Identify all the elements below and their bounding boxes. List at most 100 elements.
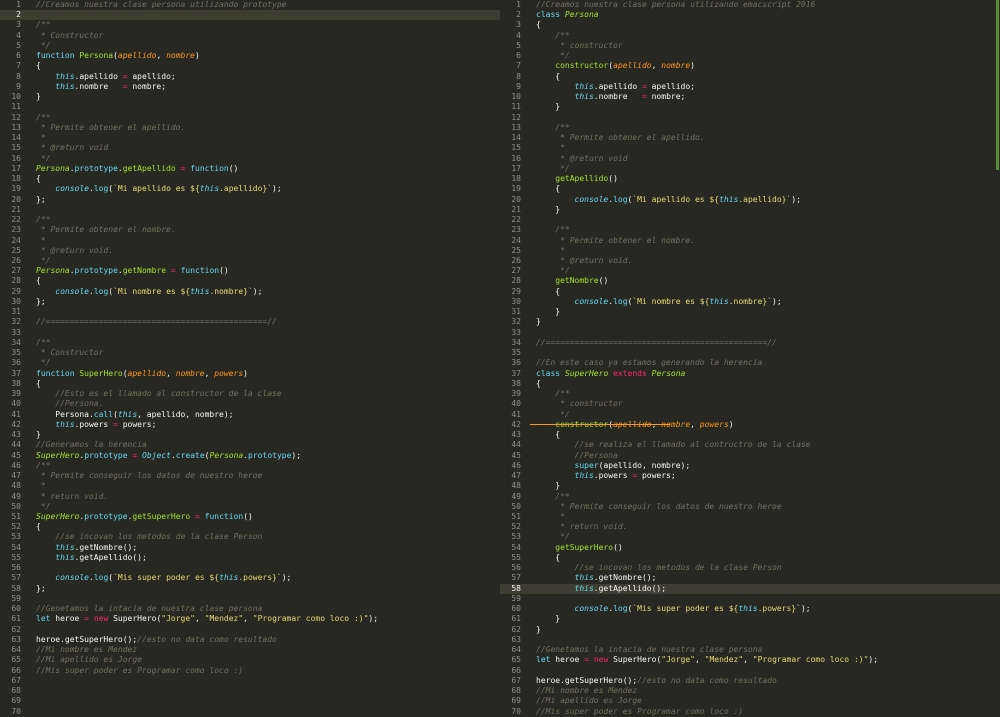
- line-number[interactable]: 20: [500, 195, 521, 205]
- code-text[interactable]: *: [536, 246, 565, 256]
- code-text[interactable]: }: [536, 317, 541, 327]
- code-line[interactable]: 43}: [0, 430, 500, 440]
- code-text[interactable]: };: [36, 584, 46, 594]
- line-number[interactable]: 25: [0, 246, 21, 256]
- line-number[interactable]: 39: [500, 389, 521, 399]
- code-line[interactable]: 11 }: [500, 102, 1000, 112]
- line-number[interactable]: 31: [0, 307, 21, 317]
- line-number[interactable]: 22: [0, 215, 21, 225]
- code-line[interactable]: 57 this.getNombre();: [500, 573, 1000, 583]
- line-number[interactable]: 23: [0, 225, 21, 235]
- code-text[interactable]: /**: [36, 338, 50, 348]
- line-number[interactable]: 15: [0, 143, 21, 153]
- code-line[interactable]: 20 console.log(`Mi apellido es ${this.ap…: [500, 195, 1000, 205]
- line-number[interactable]: 10: [500, 92, 521, 102]
- line-number[interactable]: 48: [0, 481, 21, 491]
- code-line[interactable]: 23 /**: [500, 225, 1000, 235]
- code-line[interactable]: 47 * Permite conseguir los datos de nues…: [0, 471, 500, 481]
- code-text[interactable]: console.log(`Mis super poder es ${this.p…: [536, 604, 811, 614]
- code-text[interactable]: //se incovan los metodos de la clase Per…: [536, 563, 782, 573]
- line-number[interactable]: 64: [0, 645, 21, 655]
- code-text[interactable]: /**: [536, 492, 569, 502]
- line-number[interactable]: 24: [500, 236, 521, 246]
- code-line[interactable]: 50 * Permite conseguir los datos de nues…: [500, 502, 1000, 512]
- code-text[interactable]: */: [36, 502, 51, 512]
- code-text[interactable]: //Persona.: [36, 399, 103, 409]
- line-number[interactable]: 70: [500, 707, 521, 717]
- line-number[interactable]: 36: [0, 358, 21, 368]
- line-number[interactable]: 68: [0, 686, 21, 696]
- code-line[interactable]: 27 Persona.prototype.getNombre = function…: [0, 266, 500, 276]
- code-line[interactable]: 41 */: [500, 410, 1000, 420]
- line-number[interactable]: 34: [0, 338, 21, 348]
- code-text[interactable]: let heroe = new SuperHero("Jorge", "Mend…: [36, 614, 378, 624]
- code-text[interactable]: /**: [536, 389, 569, 399]
- line-number[interactable]: 63: [0, 635, 21, 645]
- code-text[interactable]: * Permite obtener el apellido.: [536, 133, 705, 143]
- line-number[interactable]: 41: [500, 410, 521, 420]
- code-text[interactable]: * return void.: [536, 522, 627, 532]
- code-line[interactable]: 68: [0, 686, 500, 696]
- code-text[interactable]: }: [36, 92, 41, 102]
- line-number[interactable]: 27: [0, 266, 21, 276]
- line-number[interactable]: 38: [0, 379, 21, 389]
- code-text[interactable]: * Permite conseguir los datos de nuestro…: [536, 502, 782, 512]
- line-number[interactable]: 1: [500, 0, 521, 10]
- line-number[interactable]: 16: [0, 154, 21, 164]
- line-number[interactable]: 34: [500, 338, 521, 348]
- line-number[interactable]: 50: [500, 502, 521, 512]
- line-number[interactable]: 33: [500, 328, 521, 338]
- line-number[interactable]: 68: [500, 686, 521, 696]
- code-text[interactable]: */: [536, 410, 570, 420]
- code-text[interactable]: {: [536, 430, 560, 440]
- code-line[interactable]: 10}: [0, 92, 500, 102]
- code-line[interactable]: 35 * Constructor: [0, 348, 500, 358]
- line-number[interactable]: 51: [0, 512, 21, 522]
- code-text[interactable]: //se realiza el llamado al contructro de…: [536, 440, 811, 450]
- code-line[interactable]: 41 Persona.call(this, apellido, nombre);: [0, 410, 500, 420]
- code-text[interactable]: /**: [36, 461, 50, 471]
- code-line[interactable]: 13 * Permite obtener el apellido.: [0, 123, 500, 133]
- line-number[interactable]: 43: [500, 430, 521, 440]
- code-text[interactable]: console.log(`Mi apellido es ${this.apell…: [536, 195, 801, 205]
- line-number[interactable]: 5: [500, 41, 521, 51]
- line-number[interactable]: 65: [0, 655, 21, 665]
- code-text[interactable]: console.log(`Mi nombre es ${this.nombre}…: [536, 297, 782, 307]
- code-text[interactable]: */: [36, 358, 51, 368]
- code-text[interactable]: getApellido(): [536, 174, 618, 184]
- line-number[interactable]: 21: [0, 205, 21, 215]
- code-line[interactable]: 33: [0, 328, 500, 338]
- line-number[interactable]: 21: [500, 205, 521, 215]
- code-text[interactable]: /**: [36, 215, 50, 225]
- code-text[interactable]: //se incovan los metodos de la clase Per…: [36, 532, 262, 542]
- code-line[interactable]: 18 getApellido(): [500, 174, 1000, 184]
- code-text[interactable]: {: [536, 287, 560, 297]
- code-text[interactable]: heroe.getSuperHero();//esto no data como…: [536, 676, 777, 686]
- line-number[interactable]: 8: [0, 72, 21, 82]
- line-number[interactable]: 4: [0, 31, 21, 41]
- code-line[interactable]: 63: [500, 635, 1000, 645]
- line-number[interactable]: 58: [0, 584, 21, 594]
- code-text[interactable]: * Permite obtener el nombre.: [36, 225, 176, 235]
- code-line[interactable]: 66: [500, 666, 1000, 676]
- code-text[interactable]: this.powers = powers;: [536, 471, 676, 481]
- code-line[interactable]: 45 //Persona: [500, 451, 1000, 461]
- code-line[interactable]: 55 this.getApellido();: [0, 553, 500, 563]
- code-text[interactable]: /**: [36, 20, 50, 30]
- code-line[interactable]: 31 }: [500, 307, 1000, 317]
- line-number[interactable]: 49: [500, 492, 521, 502]
- code-text[interactable]: *: [36, 133, 46, 143]
- line-number[interactable]: 18: [0, 174, 21, 184]
- line-number[interactable]: 13: [500, 123, 521, 133]
- code-line[interactable]: 16 */: [0, 154, 500, 164]
- code-text[interactable]: this.getNombre();: [536, 573, 657, 583]
- code-line[interactable]: 2: [0, 10, 500, 21]
- line-number[interactable]: 22: [500, 215, 521, 225]
- code-line[interactable]: 49 /**: [500, 492, 1000, 502]
- code-text[interactable]: */: [536, 532, 570, 542]
- line-number[interactable]: 1: [0, 0, 21, 10]
- code-text[interactable]: //Mi nombre es Mendez: [36, 645, 137, 655]
- code-line[interactable]: 52 * return void.: [500, 522, 1000, 532]
- line-number[interactable]: 30: [500, 297, 521, 307]
- line-number[interactable]: 39: [0, 389, 21, 399]
